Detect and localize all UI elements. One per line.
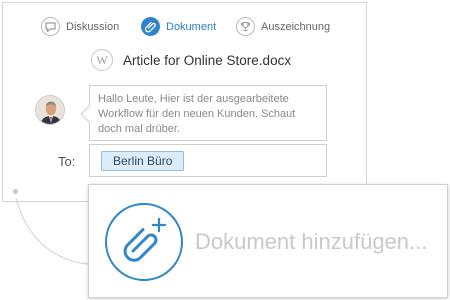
trophy-icon — [236, 17, 255, 36]
recipient-label: To: — [58, 154, 76, 169]
tab-bar: Diskussion Dokument Auszeichnung — [3, 3, 368, 53]
connector-dot — [13, 189, 18, 194]
message-bubble[interactable]: Hallo Leute, Hier ist der ausgearbeitete… — [80, 85, 327, 141]
tab-label: Dokument — [166, 20, 217, 33]
paperclip-icon — [141, 17, 160, 36]
tab-diskussion[interactable]: Diskussion — [41, 17, 119, 36]
paperclip-plus-icon — [105, 203, 183, 281]
avatar — [35, 95, 65, 125]
document-filename: Article for Online Store.docx — [123, 52, 292, 68]
attached-document[interactable]: W Article for Online Store.docx — [91, 49, 291, 71]
recipient-chip[interactable]: Berlin Büro — [101, 151, 185, 171]
tab-auszeichnung[interactable]: Auszeichnung — [236, 17, 330, 36]
tab-dokument[interactable]: Dokument — [141, 17, 216, 36]
post-card: Diskussion Dokument Auszeichnung W Artic… — [2, 2, 367, 202]
message-text: Hallo Leute, Hier ist der ausgearbeitete… — [98, 93, 296, 135]
chat-icon — [41, 17, 60, 36]
add-document-label: Dokument hinzufügen... — [195, 229, 428, 254]
word-document-icon: W — [91, 49, 113, 71]
recipient-field[interactable]: Berlin Büro — [89, 144, 327, 177]
bubble-tail — [80, 105, 98, 123]
tab-label: Auszeichnung — [261, 20, 331, 33]
tab-label: Diskussion — [66, 20, 120, 33]
add-document-button[interactable]: Dokument hinzufügen... — [88, 184, 448, 298]
